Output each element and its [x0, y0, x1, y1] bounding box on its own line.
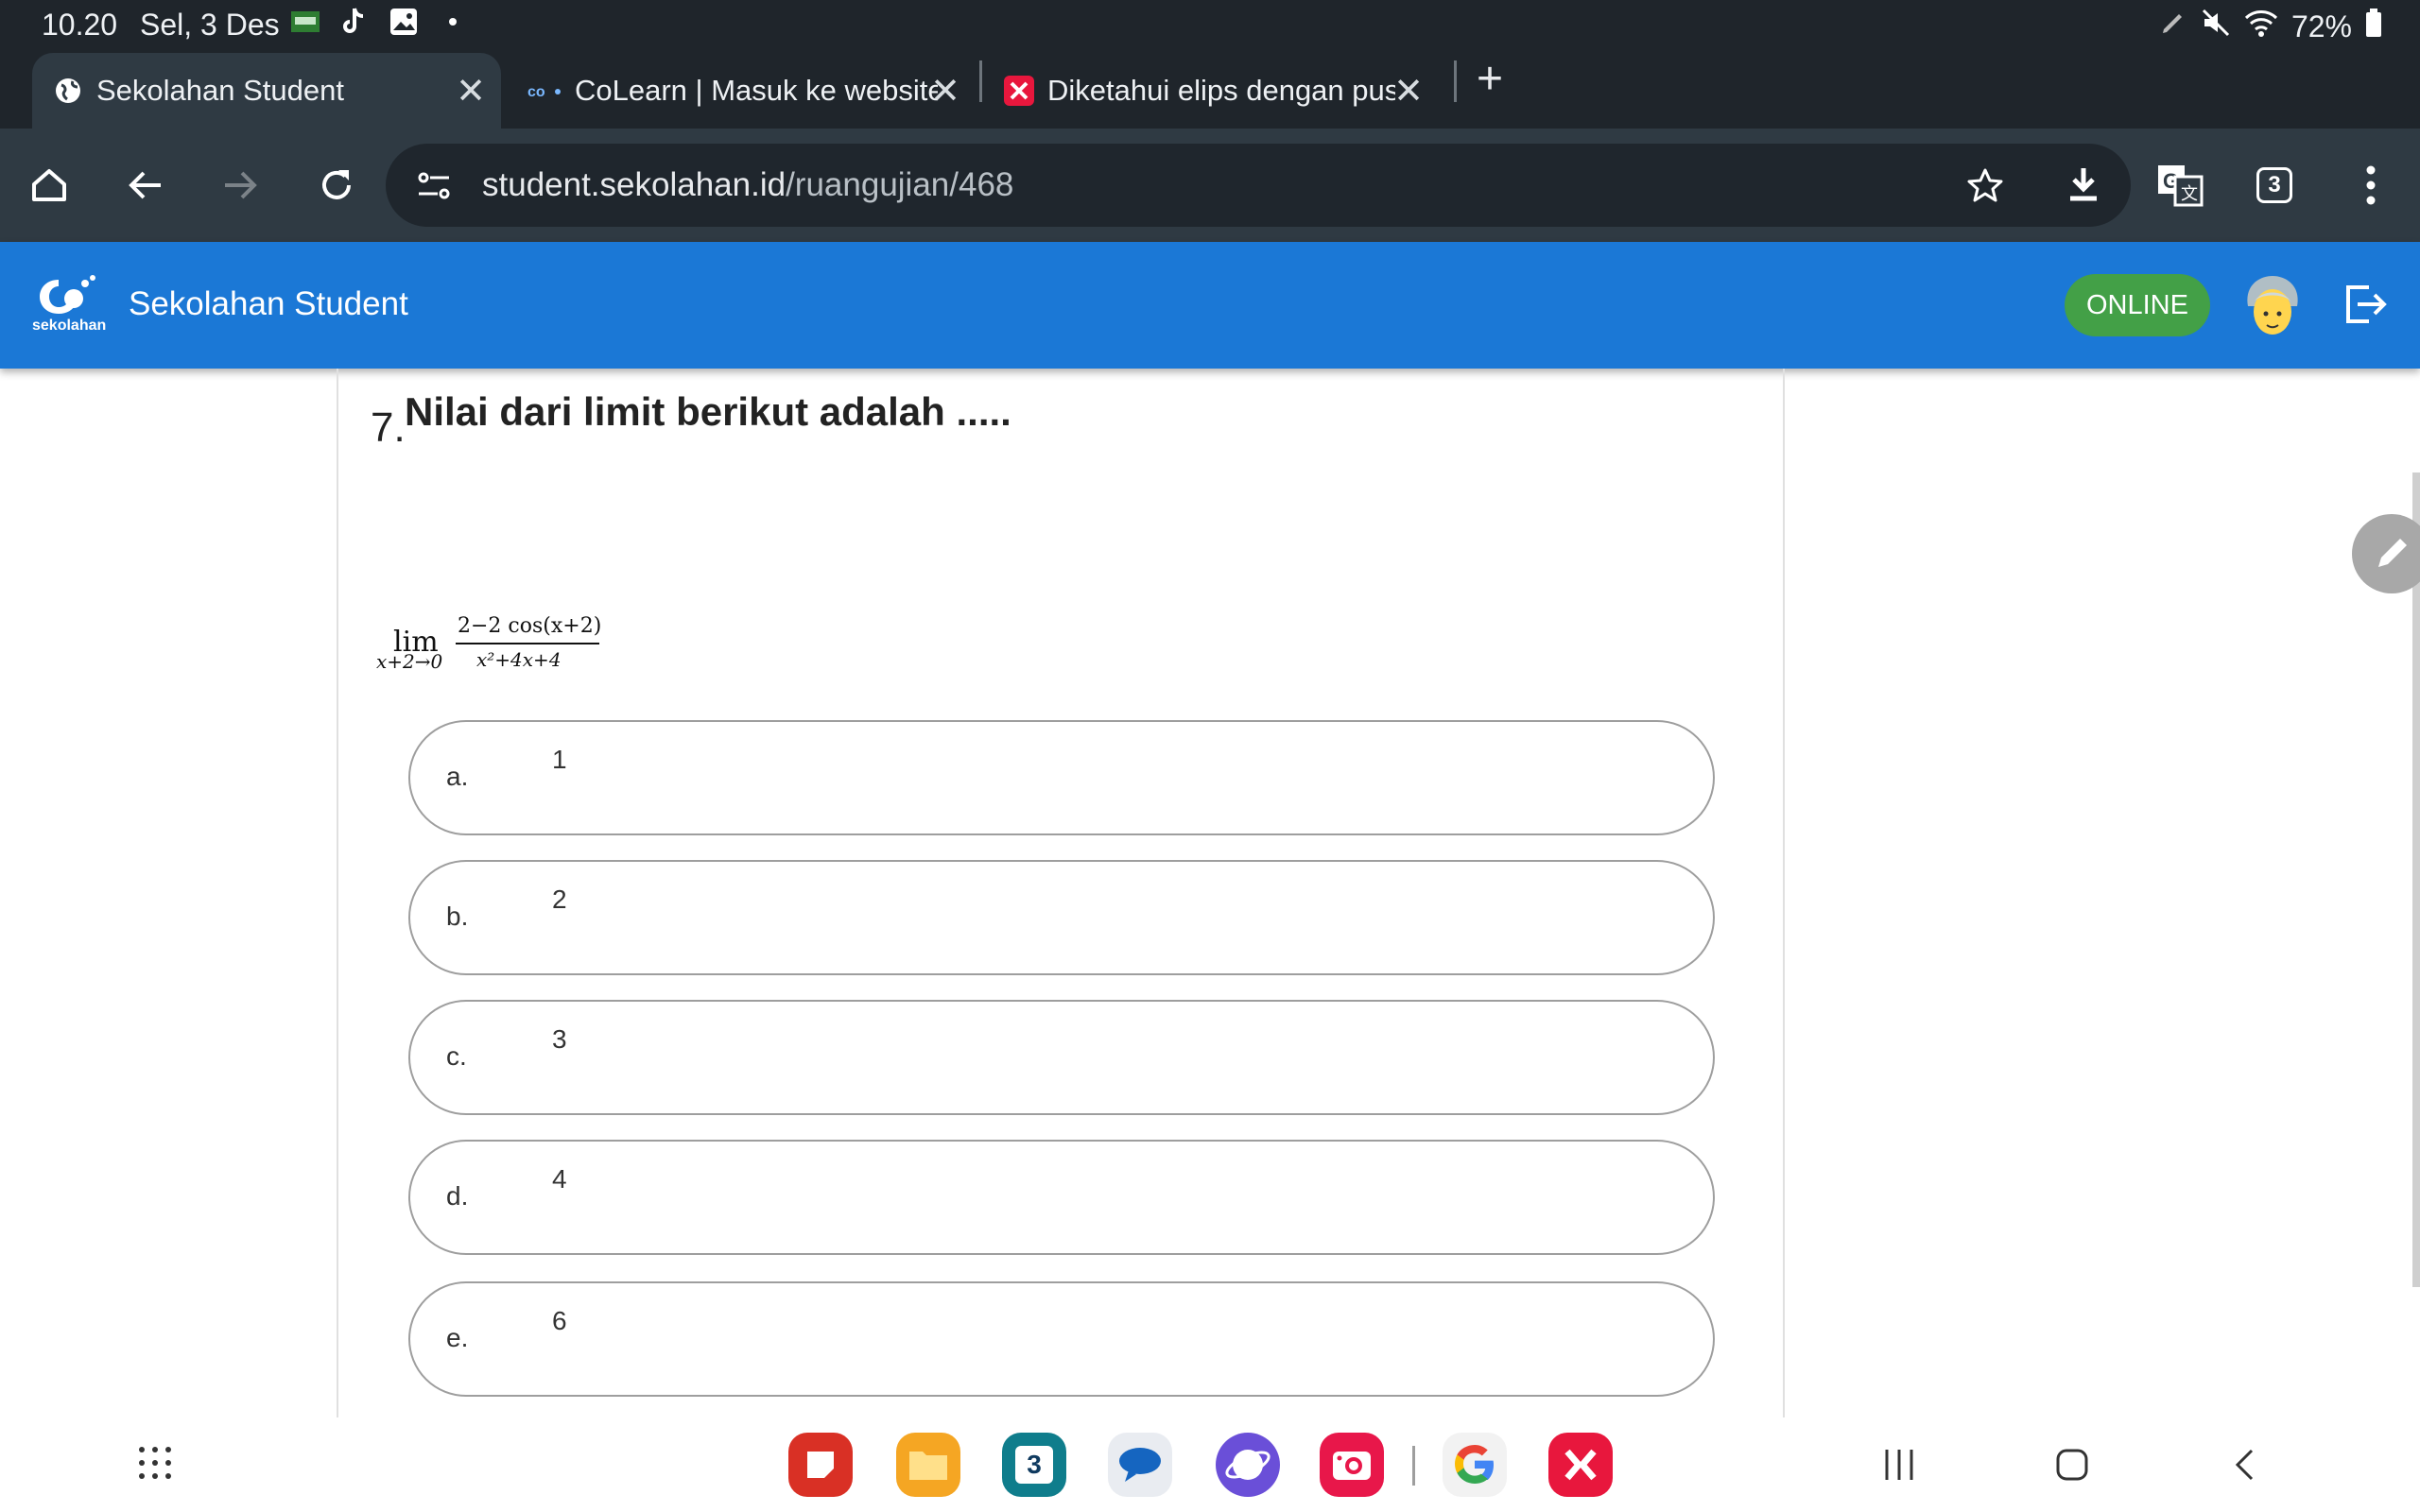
gallery-icon	[388, 6, 420, 38]
url-host: student.sekolahan.id	[482, 166, 786, 203]
app-header: sekolahan Sekolahan Student ONLINE	[0, 242, 2420, 369]
status-right: 72%	[2159, 8, 2382, 45]
fraction-bar	[456, 643, 599, 644]
option-letter: b.	[446, 902, 469, 931]
x-app-icon[interactable]	[1548, 1433, 1613, 1497]
home-button[interactable]	[21, 157, 78, 214]
online-status-badge: ONLINE	[2065, 274, 2210, 336]
battery-text: 72%	[2290, 9, 2352, 43]
user-avatar[interactable]	[2242, 274, 2303, 342]
option-value: 6	[552, 1306, 567, 1335]
option-value: 2	[552, 885, 567, 914]
option-letter: e.	[446, 1323, 469, 1352]
pen-icon	[2159, 9, 2187, 44]
logo-text: sekolahan	[32, 318, 107, 334]
tab-count: 3	[2256, 167, 2292, 203]
svg-text:co: co	[527, 84, 545, 100]
site-settings-icon[interactable]	[416, 168, 452, 209]
reload-button[interactable]	[308, 157, 365, 214]
question-navigator: 6 7 8 9 10 11 12 13 14	[1796, 397, 2004, 1418]
question-text: Nilai dari limit berikut adalah .....	[405, 389, 1011, 434]
option-letter: a.	[446, 762, 469, 791]
answer-option-d[interactable]: d. 4	[408, 1140, 1715, 1255]
answer-option-a[interactable]: a. 1	[408, 720, 1715, 835]
translate-icon[interactable]: G文	[2152, 157, 2208, 214]
notification-icons	[289, 6, 469, 38]
mobile-app-icon	[289, 6, 321, 38]
edit-pencil-icon[interactable]	[2352, 514, 2420, 593]
battery-icon	[2365, 9, 2382, 44]
x-app-icon	[1004, 76, 1034, 106]
close-tab-icon[interactable]: ✕	[930, 70, 960, 112]
content-border-left	[337, 369, 338, 1418]
menu-kebab-icon[interactable]	[2342, 157, 2399, 214]
status-time: 10.20	[42, 8, 118, 42]
app-drawer-icon[interactable]	[138, 1446, 172, 1485]
back-button[interactable]	[117, 157, 174, 214]
option-letter: c.	[446, 1041, 467, 1071]
url-text[interactable]: student.sekolahan.id/ruangujian/468	[482, 166, 1013, 204]
tab-separator	[1454, 60, 1457, 102]
browser-icon[interactable]	[1216, 1433, 1280, 1497]
google-icon[interactable]	[1443, 1433, 1507, 1497]
tab-sekolahan-student[interactable]: Sekolahan Student ✕	[32, 53, 501, 129]
dot-icon	[437, 6, 469, 38]
svg-text:文: 文	[2181, 184, 2198, 203]
close-tab-icon[interactable]: ✕	[456, 70, 486, 112]
content-border-right	[1783, 369, 1785, 1418]
taskbar-divider	[1412, 1446, 1415, 1486]
option-value: 3	[552, 1024, 567, 1054]
scrollbar[interactable]	[2412, 472, 2420, 1287]
option-value: 1	[552, 745, 567, 774]
option-value: 4	[552, 1164, 567, 1194]
notes-icon[interactable]	[788, 1433, 853, 1497]
tab-colearn[interactable]: co CoLearn | Masuk ke website ✕	[524, 53, 977, 129]
camera-icon[interactable]	[1320, 1433, 1384, 1497]
tab-label: Sekolahan Student	[96, 74, 344, 107]
status-bar: 10.20 Sel, 3 Des 72%	[0, 0, 2420, 49]
tab-diketahui-elips[interactable]: Diketahui elips dengan pusat ✕	[1002, 53, 1446, 129]
tab-separator	[979, 60, 982, 102]
answer-option-c[interactable]: c. 3	[408, 1000, 1715, 1115]
bookmark-star-icon[interactable]	[1966, 166, 2004, 209]
forward-button[interactable]	[212, 157, 268, 214]
android-taskbar: 3	[0, 1418, 2420, 1512]
tiktok-icon	[338, 6, 371, 38]
files-icon[interactable]	[896, 1433, 960, 1497]
address-bar[interactable]: student.sekolahan.id/ruangujian/468	[386, 144, 2131, 227]
back-nav-button[interactable]	[2233, 1448, 2256, 1486]
limit-subscript: x+2→0	[376, 650, 443, 673]
globe-icon	[53, 76, 83, 106]
browser-tab-bar: Sekolahan Student ✕ co CoLearn | Masuk k…	[0, 49, 2420, 129]
logout-icon[interactable]	[2342, 282, 2388, 332]
wifi-icon	[2244, 8, 2278, 45]
app-title: Sekolahan Student	[129, 285, 408, 322]
url-path: /ruangujian/468	[786, 166, 1014, 203]
tab-switcher-button[interactable]: 3	[2246, 157, 2303, 214]
answer-option-e[interactable]: e. 6	[408, 1281, 1715, 1397]
tab-label: CoLearn | Masuk ke website	[575, 74, 938, 107]
mute-icon	[2201, 8, 2231, 45]
close-tab-icon[interactable]: ✕	[1393, 70, 1424, 112]
formula-denominator: x²+4x+4	[476, 648, 562, 671]
option-letter: d.	[446, 1181, 469, 1211]
messages-icon[interactable]	[1108, 1433, 1172, 1497]
recent-apps-button[interactable]	[1883, 1448, 1915, 1486]
download-button[interactable]	[2055, 157, 2112, 214]
home-nav-button[interactable]	[2055, 1448, 2089, 1486]
calendar-day: 3	[1015, 1446, 1053, 1484]
tab-label: Diketahui elips dengan pusat	[1047, 74, 1395, 107]
browser-toolbar: student.sekolahan.id/ruangujian/468 G文 3	[0, 129, 2420, 242]
status-date: Sel, 3 Des	[140, 8, 280, 42]
calendar-icon[interactable]: 3	[1002, 1433, 1066, 1497]
question-number: 7.	[371, 404, 406, 451]
new-tab-button[interactable]: +	[1477, 53, 1503, 105]
colearn-icon: co	[527, 76, 562, 106]
answer-option-b[interactable]: b. 2	[408, 860, 1715, 975]
formula-numerator: 2−2 cos(x+2)	[458, 614, 602, 638]
